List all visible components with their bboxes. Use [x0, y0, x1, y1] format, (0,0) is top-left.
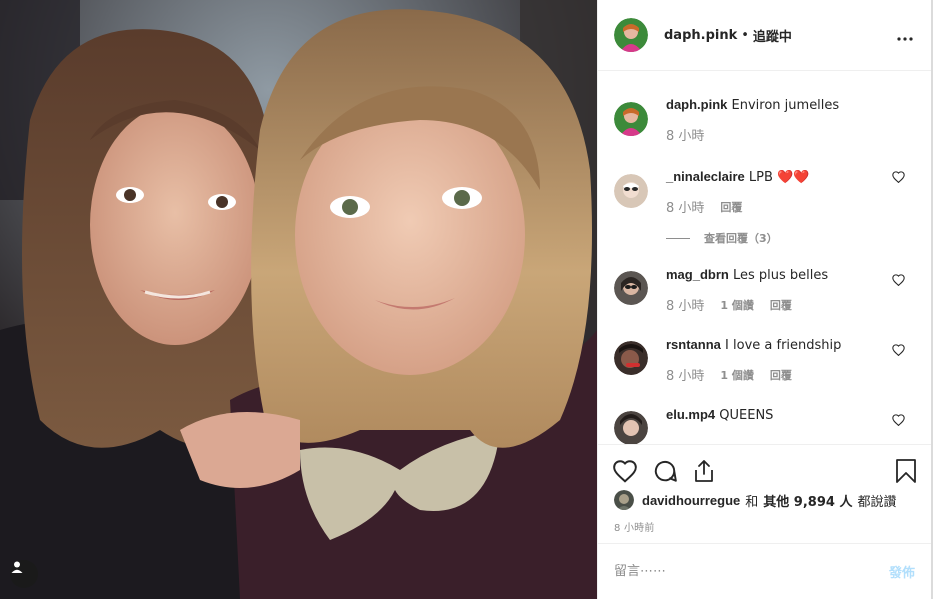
- header-separator: •: [741, 27, 749, 43]
- selfie-photo: [0, 0, 597, 599]
- comment-text: Environ jumelles: [731, 98, 840, 113]
- liker-username[interactable]: davidhourregue: [642, 493, 740, 508]
- comment-time[interactable]: 8 小時: [666, 125, 704, 144]
- like-heart-icon[interactable]: [612, 459, 638, 483]
- list-item: _ninaleclaire LPB ❤️❤️ 8 小時 回覆: [614, 164, 915, 216]
- avatar[interactable]: [614, 411, 648, 444]
- more-horizontal-icon[interactable]: [897, 25, 913, 46]
- reply-button[interactable]: 回覆: [720, 199, 742, 215]
- comment-meta: 8 小時: [666, 125, 885, 144]
- avatar[interactable]: [614, 18, 648, 52]
- comment-likes-count[interactable]: 1 個讚: [720, 297, 753, 313]
- profile-avatar-image: [614, 271, 648, 305]
- view-replies-label: 查看回覆（3）: [704, 232, 778, 245]
- follow-status-button[interactable]: 追蹤中: [753, 26, 792, 45]
- comment-text: I love a friendship: [725, 338, 842, 353]
- comment-meta: 8 小時 回覆: [666, 197, 885, 217]
- bookmark-icon[interactable]: [895, 458, 917, 484]
- comment-meta: 8 小時 1 個讚 回覆: [666, 295, 885, 315]
- likes-and-text: 和: [745, 494, 759, 510]
- avatar[interactable]: [614, 174, 648, 208]
- list-item: daph.pink Environ jumelles 8 小時: [614, 92, 915, 144]
- list-item: rsntanna I love a friendship 8 小時 1 個讚 回…: [614, 336, 915, 384]
- comment-username[interactable]: _ninaleclaire: [666, 169, 745, 184]
- reply-button[interactable]: 回覆: [770, 367, 792, 383]
- comment-username[interactable]: daph.pink: [666, 97, 727, 112]
- comment-username[interactable]: elu.mp4: [666, 407, 715, 422]
- list-item: elu.mp4 QUEENS: [614, 406, 915, 444]
- comment-bubble-icon[interactable]: [652, 458, 678, 484]
- divider: [666, 237, 690, 239]
- comments-list[interactable]: daph.pink Environ jumelles 8 小時 _ninalec…: [598, 71, 931, 444]
- comment-like-heart-icon[interactable]: [892, 341, 905, 360]
- comment-time[interactable]: 8 小時: [666, 295, 704, 314]
- share-icon[interactable]: [692, 458, 716, 484]
- comment-text: LPB ❤️❤️: [748, 170, 810, 185]
- comment-meta: 8 小時 1 個讚 回覆: [666, 365, 885, 385]
- comment-time[interactable]: 8 小時: [666, 365, 704, 384]
- profile-avatar-image: [614, 102, 648, 136]
- profile-avatar-image: [614, 18, 648, 52]
- post-sidebar: daph.pink • 追蹤中 daph.pink Environ jumell…: [597, 0, 933, 599]
- avatar[interactable]: [614, 271, 648, 305]
- post-photo[interactable]: [0, 0, 597, 599]
- profile-avatar-image: [614, 490, 634, 510]
- reply-button[interactable]: 回覆: [770, 297, 792, 313]
- comment-username[interactable]: mag_dbrn: [666, 267, 729, 282]
- comment-like-heart-icon[interactable]: [892, 271, 905, 290]
- post-author-username[interactable]: daph.pink: [664, 28, 737, 43]
- profile-avatar-image: [614, 174, 648, 208]
- post-timestamp[interactable]: 8 小時前: [614, 519, 655, 534]
- avatar[interactable]: [614, 102, 648, 136]
- avatar[interactable]: [614, 341, 648, 375]
- profile-avatar-image: [614, 411, 648, 444]
- post-actions-bar: [598, 444, 931, 496]
- post-header: daph.pink • 追蹤中: [598, 0, 931, 71]
- add-comment-section: 發佈: [598, 543, 931, 599]
- avatar[interactable]: [614, 490, 634, 510]
- comment-time[interactable]: 8 小時: [666, 197, 704, 216]
- profile-avatar-image: [614, 341, 648, 375]
- comment-text: QUEENS: [719, 408, 774, 423]
- post-comment-button[interactable]: 發佈: [889, 562, 915, 581]
- comment-like-heart-icon[interactable]: [892, 411, 905, 430]
- likes-summary: davidhourregue 和 其他 9,894 人 都說讚: [614, 490, 915, 510]
- likes-suffix: 都說讚: [857, 494, 897, 510]
- user-icon: [11, 561, 23, 573]
- comment-input[interactable]: [614, 564, 889, 579]
- tagged-users-button[interactable]: [10, 560, 38, 588]
- comment-likes-count[interactable]: 1 個讚: [720, 367, 753, 383]
- comment-username[interactable]: rsntanna: [666, 337, 721, 352]
- comment-text: Les plus belles: [732, 268, 829, 283]
- list-item: mag_dbrn Les plus belles 8 小時 1 個讚 回覆: [614, 266, 915, 314]
- comment-like-heart-icon[interactable]: [892, 168, 905, 187]
- likes-count-button[interactable]: 其他 9,894 人: [763, 491, 852, 510]
- view-replies-button[interactable]: 查看回覆（3）: [666, 230, 915, 246]
